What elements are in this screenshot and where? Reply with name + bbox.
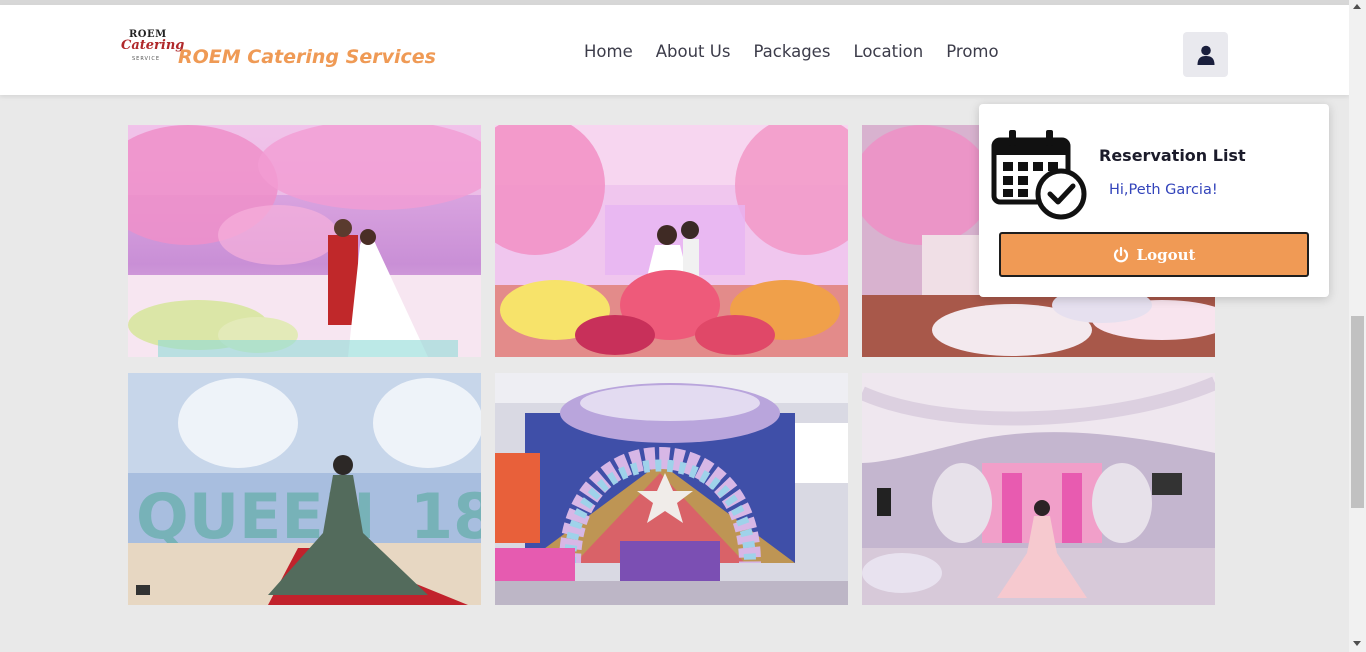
user-greeting: Hi,Peth Garcia! xyxy=(1109,182,1218,198)
nav-about-us[interactable]: About Us xyxy=(656,42,731,61)
calendar-check-icon[interactable] xyxy=(991,126,1087,222)
navbar: ROEM Catering SERVICE ROEM Catering Serv… xyxy=(0,5,1349,95)
page-scrollbar[interactable] xyxy=(1349,0,1366,652)
gallery-photo[interactable] xyxy=(128,125,481,357)
logo-line-2: Catering xyxy=(121,38,185,53)
user-menu-button[interactable] xyxy=(1183,32,1228,77)
gallery-photo[interactable]: QUEEN 18 xyxy=(128,373,481,605)
nav-location[interactable]: Location xyxy=(853,42,923,61)
debut-photo: QUEEN 18 xyxy=(128,373,481,605)
logo-line-3: SERVICE xyxy=(132,56,161,62)
nav-promo[interactable]: Promo xyxy=(946,42,998,61)
svg-text:18: 18 xyxy=(410,480,481,553)
user-dropdown: Reservation List Hi,Peth Garcia! Logout xyxy=(979,104,1329,297)
wedding-stage-photo xyxy=(495,125,848,357)
brand-name[interactable]: ROEM Catering Services xyxy=(178,46,436,68)
nav-packages[interactable]: Packages xyxy=(753,42,830,61)
reservation-list-link[interactable]: Reservation List xyxy=(1099,146,1246,165)
wedding-photo xyxy=(128,125,481,357)
scroll-down-icon[interactable] xyxy=(1353,641,1361,646)
nav-home[interactable]: Home xyxy=(584,42,633,61)
logout-label: Logout xyxy=(1136,245,1196,264)
gallery-photo[interactable] xyxy=(862,373,1215,605)
scroll-up-icon[interactable] xyxy=(1353,4,1361,9)
main-nav: Home About Us Packages Location Promo xyxy=(584,42,1022,61)
gallery-photo[interactable] xyxy=(495,373,848,605)
logo[interactable]: ROEM Catering SERVICE xyxy=(121,29,184,67)
power-icon xyxy=(1113,246,1128,262)
scrollbar-thumb[interactable] xyxy=(1351,316,1364,508)
kids-party-photo xyxy=(495,373,848,605)
logout-button[interactable]: Logout xyxy=(999,232,1309,277)
user-icon xyxy=(1197,45,1214,65)
gallery-photo[interactable] xyxy=(495,125,848,357)
debut-hall-photo xyxy=(862,373,1215,605)
